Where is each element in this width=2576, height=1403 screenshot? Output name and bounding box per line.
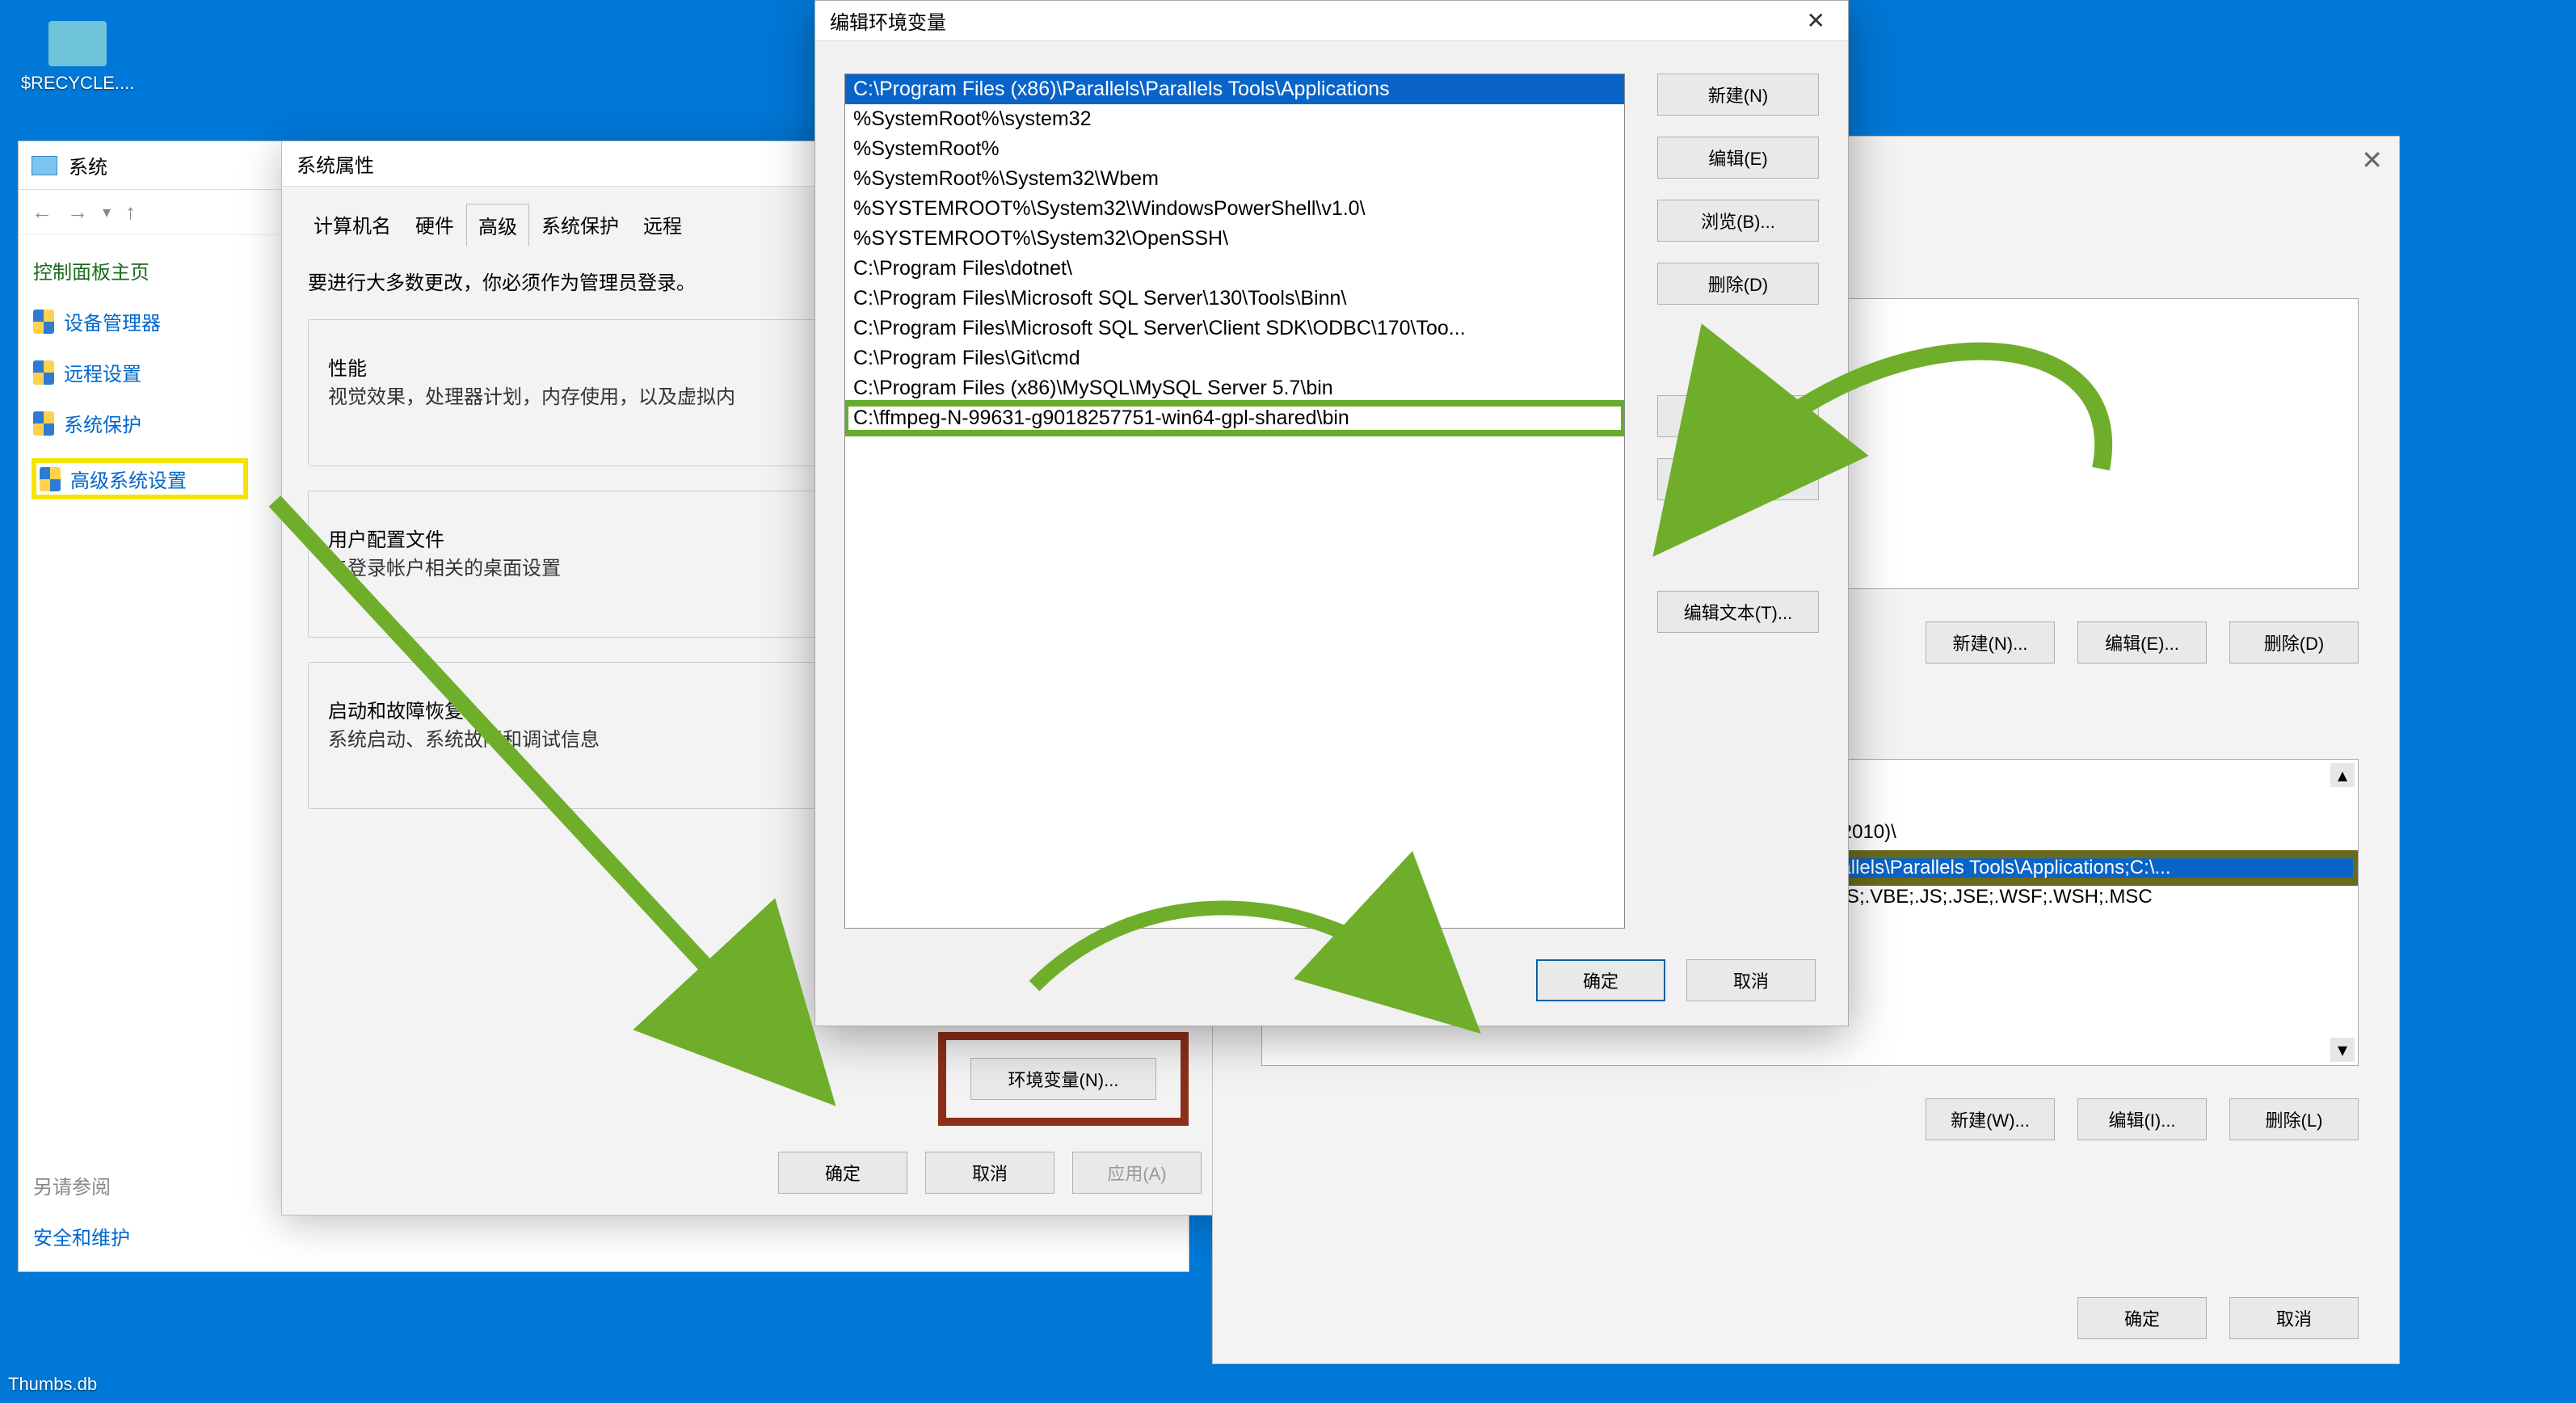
path-item[interactable]: %SystemRoot% [845,134,1624,164]
path-browse-button[interactable]: 浏览(B)... [1657,200,1819,242]
editenv-title: 编辑环境变量 [830,6,946,35]
desktop-folder-recycle[interactable]: $RECYCLE.... [21,21,134,94]
path-edit-button[interactable]: 编辑(E) [1657,137,1819,179]
sidebar-item-device-manager[interactable]: 设备管理器 [33,307,246,335]
tab-hardware[interactable]: 硬件 [403,203,466,246]
editenv-cancel-button[interactable]: 取消 [1686,959,1816,1001]
sidebar-item-protection[interactable]: 系统保护 [33,409,246,437]
path-item[interactable]: C:\ffmpeg-N-99631-g9018257751-win64-gpl-… [845,403,1624,433]
sidebar-heading: 控制面板主页 [33,256,246,284]
group-legend: 启动和故障恢复 [328,701,464,723]
system-sidebar: 控制面板主页 设备管理器 远程设置 系统保护 高级系统设置 另请参阅 安全和维护 [19,235,261,1271]
path-item[interactable]: %SYSTEMROOT%\System32\WindowsPowerShell\… [845,194,1624,224]
user-edit-button[interactable]: 编辑(E)... [2077,621,2207,664]
sysprops-cancel-button[interactable]: 取消 [925,1152,1054,1194]
nav-history-icon[interactable]: ▾ [103,202,111,222]
shield-icon [33,411,54,436]
tab-advanced[interactable]: 高级 [466,204,529,246]
nav-up-icon[interactable]: ↑ [125,200,136,225]
sidebar-see-also-security[interactable]: 安全和维护 [33,1222,246,1250]
envwin-cancel-button[interactable]: 取消 [2229,1297,2359,1339]
path-item[interactable]: C:\Program Files\Microsoft SQL Server\Cl… [845,314,1624,343]
path-up-button[interactable]: 上移(U) [1657,395,1819,437]
path-item[interactable]: C:\Program Files (x86)\MySQL\MySQL Serve… [845,373,1624,403]
shield-icon [33,310,54,334]
desktop-label-thumbs: Thumbs.db [8,1374,97,1395]
nav-fwd-icon[interactable]: → [67,200,88,225]
path-item[interactable]: C:\Program Files\Microsoft SQL Server\13… [845,284,1624,314]
path-item[interactable]: C:\Program Files (x86)\Parallels\Paralle… [845,74,1624,104]
path-edit-text-button[interactable]: 编辑文本(T)... [1657,591,1819,633]
path-item[interactable]: %SYSTEMROOT%\System32\OpenSSH\ [845,224,1624,254]
path-item[interactable]: C:\Program Files\dotnet\ [845,254,1624,284]
path-item[interactable]: C:\Program Files\Git\cmd [845,343,1624,373]
sys-new-button[interactable]: 新建(W)... [1926,1098,2055,1140]
path-list[interactable]: C:\Program Files (x86)\Parallels\Paralle… [844,74,1625,929]
path-delete-button[interactable]: 删除(D) [1657,263,1819,305]
group-legend: 用户配置文件 [328,529,444,551]
user-new-button[interactable]: 新建(N)... [1926,621,2055,664]
tab-protection[interactable]: 系统保护 [529,203,631,246]
group-legend: 性能 [328,358,367,380]
address-pc-icon [150,205,170,220]
folder-icon [48,21,107,66]
path-item[interactable]: %SystemRoot%\system32 [845,104,1624,134]
path-down-button[interactable]: 下移(O) [1657,458,1819,500]
scroll-up-icon[interactable]: ▴ [2330,763,2355,787]
sysprops-ok-button[interactable]: 确定 [778,1152,907,1194]
path-buttons: 新建(N) 编辑(E) 浏览(B)... 删除(D) 上移(U) 下移(O) 编… [1657,74,1819,929]
env-button-highlight: 环境变量(N)... [946,1040,1181,1118]
sys-delete-button[interactable]: 删除(L) [2229,1098,2359,1140]
close-icon[interactable]: ✕ [2361,145,2383,175]
edit-env-dialog: 编辑环境变量 ✕ C:\Program Files (x86)\Parallel… [814,0,1849,1026]
sidebar-item-advanced[interactable]: 高级系统设置 [33,460,246,498]
sysprops-apply-button: 应用(A) [1072,1152,1202,1194]
env-variables-button[interactable]: 环境变量(N)... [970,1058,1156,1100]
editenv-ok-button[interactable]: 确定 [1536,959,1665,1001]
tab-computer-name[interactable]: 计算机名 [301,203,403,246]
nav-back-icon[interactable]: ← [32,200,53,225]
editenv-titlebar: 编辑环境变量 ✕ [815,1,1848,41]
close-icon[interactable]: ✕ [1799,4,1833,37]
pc-icon [32,156,57,175]
sys-edit-button[interactable]: 编辑(I)... [2077,1098,2207,1140]
user-delete-button[interactable]: 删除(D) [2229,621,2359,664]
shield-icon [33,360,54,385]
sidebar-item-remote[interactable]: 远程设置 [33,358,246,386]
system-title: 系统 [69,151,107,179]
desktop-icon-label: $RECYCLE.... [21,73,135,94]
envwin-ok-button[interactable]: 确定 [2077,1297,2207,1339]
tab-remote[interactable]: 远程 [631,203,694,246]
see-also-heading: 另请参阅 [33,1171,246,1199]
path-item[interactable]: %SystemRoot%\System32\Wbem [845,164,1624,194]
shield-icon [40,467,61,491]
path-new-button[interactable]: 新建(N) [1657,74,1819,116]
scroll-down-icon[interactable]: ▾ [2330,1038,2355,1062]
